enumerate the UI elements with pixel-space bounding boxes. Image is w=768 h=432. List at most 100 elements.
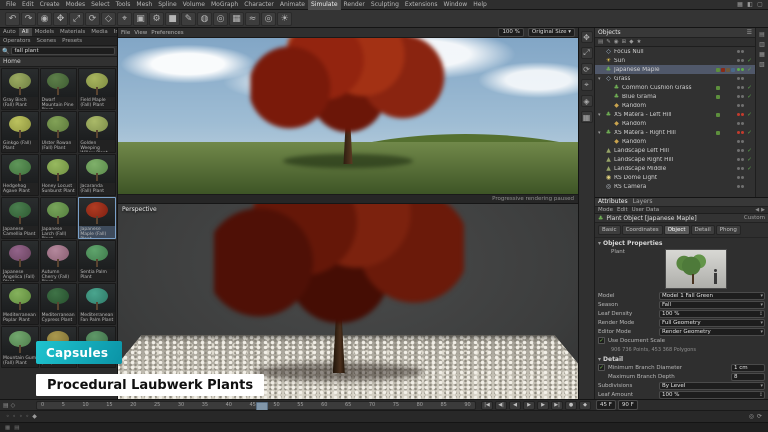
transport-button[interactable]: ● — [565, 401, 577, 410]
menu-item[interactable]: Create — [37, 0, 63, 10]
object-row[interactable]: ▾ ◇ Grass — [595, 74, 755, 83]
attribute-tab-button[interactable]: Phong — [716, 225, 741, 235]
menu-item[interactable]: Sculpting — [368, 0, 402, 10]
menu-item[interactable]: Mesh — [133, 0, 155, 10]
object-name-label[interactable]: Japanese Maple — [614, 67, 660, 73]
material-chip[interactable] — [721, 59, 725, 63]
visibility-dots[interactable] — [737, 131, 744, 134]
timeline-options-icon[interactable]: ▤ — [3, 402, 9, 409]
objects-panel-title[interactable]: Objects — [598, 29, 621, 36]
render-visibility-dot[interactable] — [741, 95, 744, 98]
object-name-label[interactable]: Sun — [614, 58, 625, 64]
object-row[interactable]: ♣ Common Cushion Grass — [595, 83, 755, 92]
toolbar-icon[interactable]: ↶ — [5, 12, 20, 26]
attributes-tab[interactable]: Attributes — [598, 198, 628, 205]
material-chip[interactable] — [726, 86, 730, 90]
enabled-checkmark[interactable]: ✓ — [746, 67, 753, 73]
history-nav-icon[interactable]: ◀ — [755, 207, 759, 213]
render-size-dropdown[interactable]: Original Size ▾ — [528, 28, 575, 37]
material-chip[interactable] — [716, 158, 720, 162]
tool-strip-icon[interactable]: ⤢ — [581, 47, 593, 59]
asset-breadcrumb[interactable]: Home — [0, 57, 117, 67]
material-chip[interactable] — [721, 185, 725, 189]
render-visibility-dot[interactable] — [741, 131, 744, 134]
object-name-label[interactable]: Landscape Right Hill — [614, 157, 673, 163]
render-visibility-dot[interactable] — [741, 68, 744, 71]
attributes-mode-item[interactable]: Edit — [617, 207, 628, 213]
object-row[interactable]: ◇ Focus Null — [595, 47, 755, 56]
toolbar-icon[interactable]: ⟳ — [85, 12, 100, 26]
asset-thumbnail[interactable]: Jacaranda (Fall) Plant — [78, 154, 116, 196]
asset-browser-tab[interactable]: Media — [88, 28, 111, 36]
visibility-dots[interactable] — [737, 113, 744, 116]
enabled-checkmark[interactable]: ✓ — [746, 166, 753, 172]
object-row[interactable]: ▾ ♣ XS Matera - Right Hill — [595, 128, 755, 137]
editor-visibility-dot[interactable] — [737, 167, 740, 170]
menu-item[interactable]: Help — [470, 0, 490, 10]
toolbar-icon[interactable]: ☀ — [277, 12, 292, 26]
menu-item[interactable]: Tools — [113, 0, 134, 10]
material-chip[interactable] — [716, 122, 720, 126]
object-name-label[interactable]: Random — [622, 121, 646, 127]
material-chip[interactable] — [731, 167, 735, 171]
material-chip[interactable] — [726, 68, 730, 72]
material-chip[interactable] — [716, 149, 720, 153]
attribute-tab-button[interactable]: Object — [664, 225, 690, 235]
field-value[interactable]: 100 % — [659, 310, 765, 318]
editor-visibility-dot[interactable] — [737, 68, 740, 71]
asset-thumbnail[interactable]: Mountain Gum (Fall) Plant — [1, 326, 39, 368]
asset-thumbnail[interactable]: Ulster Rowan (Fall) Plant — [40, 111, 78, 153]
keying-icon[interactable]: ◦ — [6, 413, 10, 420]
material-chip[interactable] — [721, 104, 725, 108]
editor-visibility-dot[interactable] — [737, 122, 740, 125]
render-visibility-dot[interactable] — [741, 149, 744, 152]
material-chip[interactable] — [721, 131, 725, 135]
transport-button[interactable]: |◀ — [481, 401, 493, 410]
status-bar-icon[interactable]: ▤ — [14, 425, 19, 431]
visibility-dots[interactable] — [737, 149, 744, 152]
objects-panel-menu-icon[interactable]: ☰ — [747, 29, 752, 36]
material-chip[interactable] — [731, 104, 735, 108]
visibility-dots[interactable] — [737, 86, 744, 89]
expander-icon[interactable]: ▾ — [598, 76, 603, 82]
plant-preview-image[interactable] — [665, 249, 727, 289]
object-name-label[interactable]: Landscape Left Hill — [614, 148, 669, 154]
keying-icon[interactable]: ◦ — [19, 413, 23, 420]
asset-thumbnail[interactable]: Hedgehog Agave Plant — [1, 154, 39, 196]
render-visibility-dot[interactable] — [741, 86, 744, 89]
asset-thumbnail[interactable]: Sentia Palm Plant — [78, 240, 116, 282]
viewport-label[interactable]: Perspective — [122, 206, 157, 213]
transport-button[interactable]: ▶ — [537, 401, 549, 410]
enabled-checkmark[interactable]: ✓ — [746, 94, 753, 100]
tool-strip-icon[interactable]: ✥ — [581, 31, 593, 43]
material-chip[interactable] — [726, 122, 730, 126]
asset-browser-subtab[interactable]: Presets — [59, 37, 85, 45]
material-chip[interactable] — [731, 50, 735, 54]
asset-browser-tab[interactable]: Materials — [57, 28, 88, 36]
material-chip[interactable] — [716, 86, 720, 90]
editor-visibility-dot[interactable] — [737, 86, 740, 89]
material-chip[interactable] — [731, 131, 735, 135]
material-chip[interactable] — [716, 131, 720, 135]
asset-thumbnail[interactable]: Japanese Angelica (Fall) Plant — [1, 240, 39, 282]
visibility-dots[interactable] — [737, 158, 744, 161]
material-chip[interactable] — [721, 149, 725, 153]
asset-thumbnail[interactable]: Dwarf Mountain Pine Plant — [40, 68, 78, 110]
side-rail-icon[interactable]: ▤ — [759, 31, 765, 38]
object-row[interactable]: ◆ Random — [595, 119, 755, 128]
material-chip[interactable] — [716, 77, 720, 81]
visibility-dots[interactable] — [737, 50, 744, 53]
material-chip[interactable] — [731, 68, 735, 72]
object-row[interactable]: ☀ Sun — [595, 56, 755, 65]
toolbar-icon[interactable]: ✥ — [53, 12, 68, 26]
object-row[interactable]: ♣ Blue Grama — [595, 92, 755, 101]
material-chip[interactable] — [731, 140, 735, 144]
editor-visibility-dot[interactable] — [737, 176, 740, 179]
material-chip[interactable] — [726, 59, 730, 63]
asset-search-input[interactable] — [11, 47, 115, 55]
render-visibility-dot[interactable] — [741, 113, 744, 116]
object-name-label[interactable]: Landscape Middle — [614, 166, 666, 172]
render-visibility-dot[interactable] — [741, 158, 744, 161]
side-rail-icon[interactable]: ▦ — [759, 51, 765, 58]
asset-browser-tab[interactable]: Models — [32, 28, 57, 36]
